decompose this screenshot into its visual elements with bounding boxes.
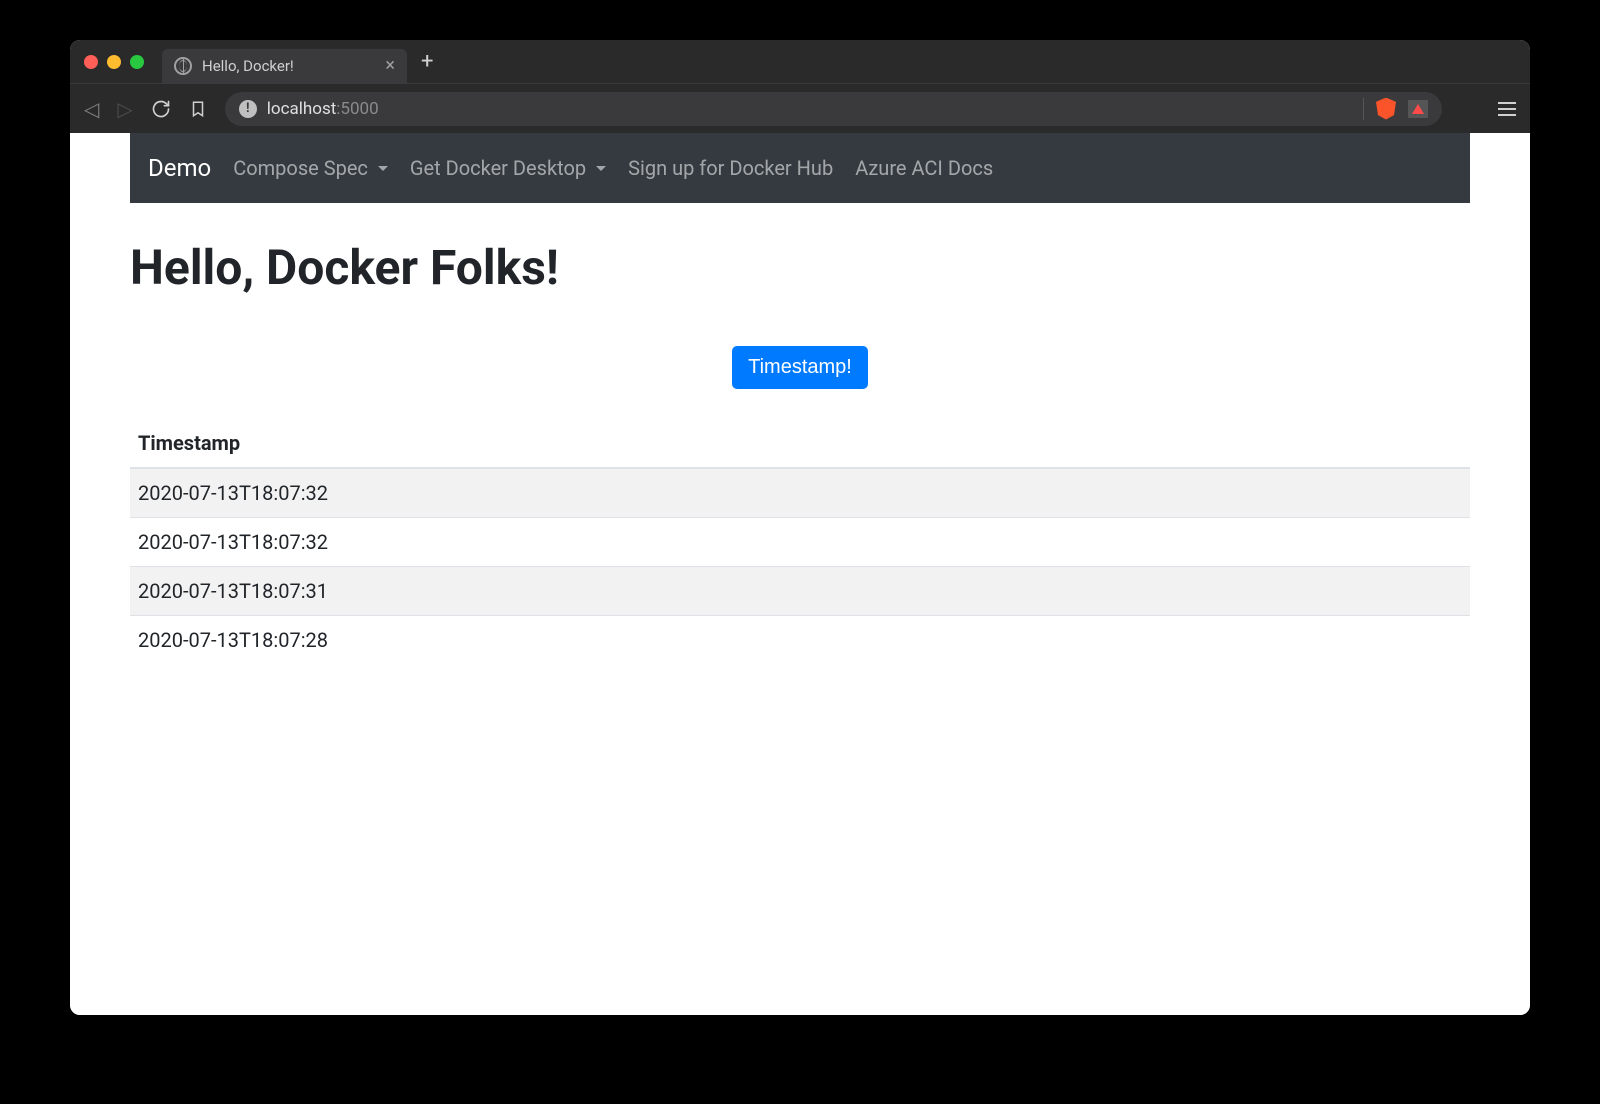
timestamp-cell: 2020-07-13T18:07:32 bbox=[130, 518, 1470, 567]
browser-window: Hello, Docker! × + ◁ ▷ ! localhost:5000 bbox=[70, 40, 1530, 1015]
reload-button[interactable] bbox=[151, 99, 171, 119]
back-button[interactable]: ◁ bbox=[84, 99, 99, 119]
timestamp-button[interactable]: Timestamp! bbox=[732, 346, 868, 389]
page-heading: Hello, Docker Folks! bbox=[130, 239, 1470, 296]
titlebar: Hello, Docker! × + bbox=[70, 40, 1530, 83]
site-info-icon[interactable]: ! bbox=[239, 100, 257, 118]
menu-button[interactable] bbox=[1498, 102, 1516, 116]
forward-button[interactable]: ▷ bbox=[117, 99, 132, 119]
chevron-down-icon bbox=[378, 166, 388, 171]
close-window-button[interactable] bbox=[84, 55, 98, 69]
table-row: 2020-07-13T18:07:32 bbox=[130, 468, 1470, 518]
table-row: 2020-07-13T18:07:28 bbox=[130, 616, 1470, 665]
new-tab-button[interactable]: + bbox=[421, 51, 433, 73]
chevron-down-icon bbox=[596, 166, 606, 171]
timestamp-cell: 2020-07-13T18:07:31 bbox=[130, 567, 1470, 616]
browser-tab[interactable]: Hello, Docker! × bbox=[162, 49, 407, 83]
tab-title: Hello, Docker! bbox=[202, 57, 375, 75]
nav-get-docker-desktop[interactable]: Get Docker Desktop bbox=[410, 156, 606, 180]
window-controls bbox=[84, 55, 144, 69]
maximize-window-button[interactable] bbox=[130, 55, 144, 69]
nav-compose-spec[interactable]: Compose Spec bbox=[233, 156, 388, 180]
app-navbar: Demo Compose Spec Get Docker Desktop Sig… bbox=[130, 133, 1470, 203]
nav-link-label: Sign up for Docker Hub bbox=[628, 156, 833, 180]
table-row: 2020-07-13T18:07:31 bbox=[130, 567, 1470, 616]
bookmark-button[interactable] bbox=[189, 99, 207, 119]
close-tab-button[interactable]: × bbox=[385, 57, 395, 75]
timestamp-table: Timestamp 2020-07-13T18:07:32 2020-07-13… bbox=[130, 419, 1470, 664]
nav-link-label: Compose Spec bbox=[233, 156, 368, 180]
brave-shield-icon[interactable] bbox=[1376, 98, 1396, 120]
minimize-window-button[interactable] bbox=[107, 55, 121, 69]
browser-toolbar: ◁ ▷ ! localhost:5000 bbox=[70, 83, 1530, 133]
table-header-timestamp: Timestamp bbox=[130, 419, 1470, 468]
timestamp-cell: 2020-07-13T18:07:28 bbox=[130, 616, 1470, 665]
table-row: 2020-07-13T18:07:32 bbox=[130, 518, 1470, 567]
url-text: localhost:5000 bbox=[267, 99, 379, 119]
extension-icon[interactable] bbox=[1408, 100, 1428, 118]
nav-link-label: Get Docker Desktop bbox=[410, 156, 586, 180]
nav-azure-aci-docs[interactable]: Azure ACI Docs bbox=[855, 156, 993, 180]
timestamp-cell: 2020-07-13T18:07:32 bbox=[130, 468, 1470, 518]
url-port: :5000 bbox=[336, 99, 378, 119]
address-bar[interactable]: ! localhost:5000 bbox=[225, 92, 1442, 126]
navbar-brand[interactable]: Demo bbox=[148, 154, 211, 182]
url-host: localhost bbox=[267, 99, 337, 119]
globe-icon bbox=[174, 57, 192, 75]
nav-link-label: Azure ACI Docs bbox=[855, 156, 993, 180]
toolbar-divider bbox=[1363, 98, 1364, 120]
page-viewport: Demo Compose Spec Get Docker Desktop Sig… bbox=[70, 133, 1530, 1015]
nav-signup-docker-hub[interactable]: Sign up for Docker Hub bbox=[628, 156, 833, 180]
